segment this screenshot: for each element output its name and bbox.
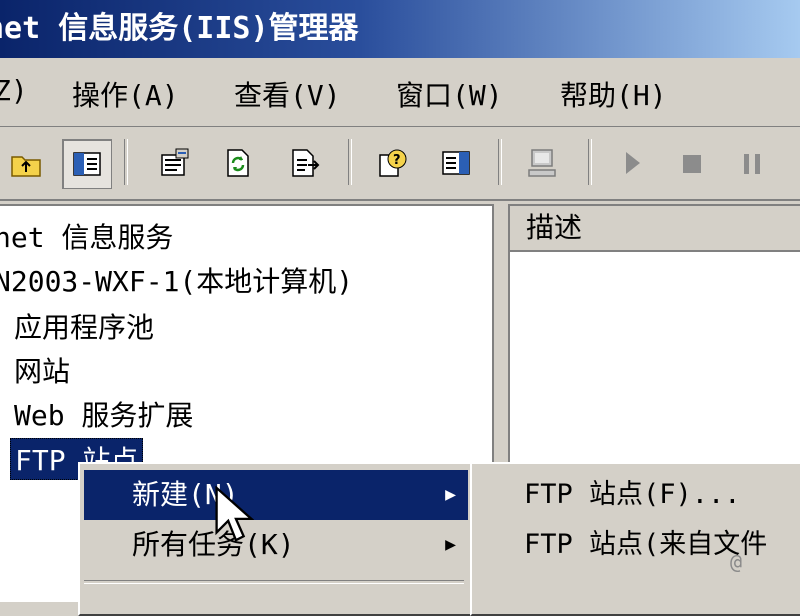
export-list-icon [292, 149, 320, 177]
show-hide-action-pane-button[interactable] [432, 139, 480, 187]
menu-item-view[interactable]: 查看(V) [234, 74, 341, 114]
window-title: net 信息服务(IIS)管理器 [0, 11, 359, 46]
refresh-icon [227, 149, 249, 177]
title-bar: net 信息服务(IIS)管理器 [0, 0, 800, 58]
submenu-arrow-icon: ▶ [445, 484, 456, 505]
properties-button[interactable] [150, 139, 198, 187]
menu-item-help[interactable]: 帮助(H) [560, 74, 667, 114]
column-header-description[interactable]: 描述 [510, 206, 800, 252]
pause-button[interactable] [728, 139, 776, 187]
watermark: @ [730, 550, 743, 574]
toolbar-separator [348, 139, 352, 185]
export-list-button[interactable] [280, 139, 328, 187]
tree-node-iis-root[interactable]: net 信息服务 [0, 216, 173, 256]
menu-item-action[interactable]: 操作(A) [72, 74, 179, 114]
submenu-arrow-icon: ▶ [445, 534, 456, 555]
mouse-cursor-icon [215, 486, 254, 542]
computer-icon [528, 149, 556, 177]
context-menu-item-new[interactable]: 新建(N) ▶ [84, 470, 468, 520]
context-menu-item-all-tasks[interactable]: 所有任务(K) ▶ [84, 520, 468, 570]
submenu-new: FTP 站点(F)... FTP 站点(来自文件 [470, 462, 800, 616]
menu-separator [84, 580, 464, 584]
pause-icon [744, 154, 760, 174]
show-hide-tree-icon [73, 152, 101, 176]
svg-text:?: ? [393, 153, 401, 168]
help-button[interactable]: ? [368, 139, 416, 187]
toolbar: ? [0, 127, 800, 201]
show-hide-tree-button[interactable] [62, 139, 112, 189]
tree-node-local-computer[interactable]: N2003-WXF-1(本地计算机) [0, 260, 353, 300]
refresh-button[interactable] [214, 139, 262, 187]
menu-item-file[interactable]: Z) [0, 74, 28, 107]
connect-computer-button[interactable] [518, 139, 566, 187]
show-hide-action-pane-icon [442, 151, 470, 175]
column-header-label: 描述 [526, 211, 583, 244]
toolbar-separator [498, 139, 502, 185]
menu-bar: Z) 操作(A) 查看(V) 窗口(W) 帮助(H) [0, 58, 800, 127]
folder-up-icon [11, 156, 41, 177]
submenu-item-ftp-site[interactable]: FTP 站点(F)... [476, 470, 800, 520]
tree-node-websites[interactable]: 网站 [14, 350, 70, 390]
start-button[interactable] [608, 139, 656, 187]
properties-icon [161, 148, 189, 176]
tree-node-web-service-extensions[interactable]: Web 服务扩展 [14, 394, 193, 434]
toolbar-separator [588, 139, 592, 185]
stop-button[interactable] [668, 139, 716, 187]
start-icon [626, 152, 640, 174]
context-menu: 新建(N) ▶ 所有任务(K) ▶ [78, 462, 474, 616]
menu-item-window[interactable]: 窗口(W) [396, 74, 503, 114]
submenu-item-ftp-site-from-file[interactable]: FTP 站点(来自文件 [476, 520, 800, 570]
toolbar-separator [124, 139, 128, 185]
help-icon: ? [379, 149, 407, 177]
menu-item-label: FTP 站点(F)... [524, 479, 741, 510]
stop-icon [683, 155, 701, 173]
tree-node-app-pools[interactable]: 应用程序池 [14, 306, 154, 346]
up-one-level-button[interactable] [2, 139, 50, 187]
